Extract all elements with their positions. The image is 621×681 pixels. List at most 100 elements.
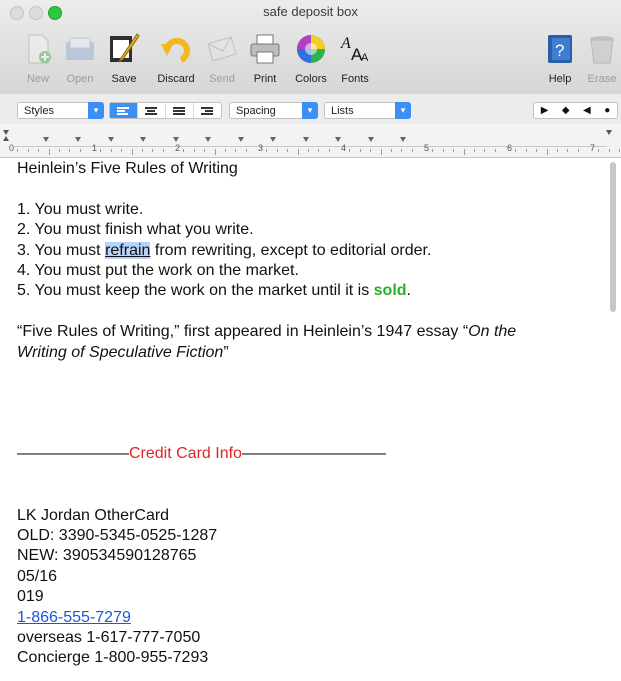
color-wheel-icon — [297, 35, 325, 63]
ruler-tick — [276, 149, 278, 152]
rule-line-1: 1. You must write. — [17, 200, 144, 218]
undo-arrow-icon — [161, 37, 190, 63]
rule-line-3: 3. You must refrain from rewriting, exce… — [17, 241, 432, 259]
phone-link[interactable]: 1-866-555-7279 — [17, 609, 131, 626]
ruler-tick — [17, 149, 19, 152]
align-right-button[interactable] — [194, 103, 221, 118]
sold-word: sold — [373, 282, 407, 300]
decimal-tab-icon[interactable]: ● — [604, 105, 610, 116]
new-button[interactable]: New — [20, 28, 56, 90]
editor-window: safe deposit box New Open Save Discard S… — [0, 0, 621, 681]
right-indent-marker[interactable] — [606, 130, 612, 135]
credit-card-divider: ———————Credit Card Info————————— — [17, 445, 386, 463]
rule-line-2: 2. You must finish what you write. — [17, 221, 254, 239]
left-tab-icon[interactable]: ▶ — [541, 105, 549, 116]
tab-stop-marker[interactable] — [400, 137, 406, 142]
ruler-tick — [567, 149, 569, 152]
ruler-tick — [193, 149, 195, 152]
ruler-tick — [245, 149, 247, 152]
align-justify-icon — [173, 107, 185, 115]
ruler-tick — [100, 149, 102, 152]
tab-stop-marker[interactable] — [107, 137, 114, 142]
spacing-popup[interactable]: Spacing ▾ — [229, 102, 318, 119]
send-button[interactable]: Send — [204, 28, 240, 90]
card-name: LK Jordan OtherCard — [17, 506, 170, 524]
ruler-tick — [380, 149, 382, 155]
ruler-tick — [432, 149, 434, 152]
print-button[interactable]: Print — [247, 28, 283, 90]
colors-button[interactable]: Colors — [293, 28, 329, 90]
scroll-thumb[interactable] — [610, 162, 616, 312]
center-tab-icon[interactable]: ◆ — [562, 105, 570, 116]
ruler-tick — [27, 149, 29, 152]
tab-stop-marker[interactable] — [172, 137, 179, 142]
first-indent-marker[interactable] — [3, 130, 9, 135]
document-heading: Heinlein’s Five Rules of Writing — [17, 160, 238, 177]
ruler-tick — [359, 149, 361, 152]
align-center-icon — [145, 107, 157, 115]
new-document-icon — [28, 34, 51, 64]
left-indent-marker[interactable] — [3, 136, 9, 141]
tab-stop-marker[interactable] — [205, 137, 211, 142]
ruler-tick — [494, 149, 496, 152]
tab-stop-marker[interactable] — [42, 137, 49, 142]
card-new-number: NEW: 390534590128765 — [17, 547, 197, 565]
tab-stop-marker[interactable] — [237, 137, 244, 142]
card-code: 019 — [17, 588, 44, 606]
tab-stop-marker[interactable] — [302, 137, 309, 142]
ruler-tick — [577, 149, 579, 152]
align-justify-button[interactable] — [166, 103, 194, 118]
tab-stop-marker[interactable] — [75, 137, 81, 142]
discard-button[interactable]: Discard — [157, 28, 195, 90]
rule-line-4: 4. You must put the work on the market. — [17, 261, 299, 279]
ruler[interactable]: 0 1 2 3 4 5 6 7 — [0, 124, 621, 158]
ruler-tick — [318, 149, 320, 152]
chevron-down-icon: ▾ — [395, 102, 411, 119]
tab-stop-marker[interactable] — [367, 137, 374, 142]
fonts-icon: A A A — [340, 35, 369, 64]
selected-word: refrain — [105, 241, 151, 259]
tab-stop-marker[interactable] — [335, 137, 341, 142]
ruler-tick — [349, 149, 351, 152]
align-center-button[interactable] — [138, 103, 166, 118]
ruler-tick — [307, 149, 309, 152]
concierge-phone: Concierge 1-800-955-7293 — [17, 649, 209, 667]
ruler-tick — [79, 149, 81, 152]
document-area[interactable]: Heinlein’s Five Rules of Writing 1. You … — [0, 158, 605, 681]
tab-stop-marker[interactable] — [270, 137, 276, 142]
ruler-number: 5 — [424, 143, 430, 153]
styles-popup[interactable]: Styles ▾ — [17, 102, 104, 119]
erase-button[interactable]: Erase — [588, 28, 616, 90]
svg-text:?: ? — [555, 41, 564, 60]
toolbar: New Open Save Discard Send Print Colors … — [0, 28, 621, 92]
quote-line-2: Writing of Speculative Fiction” — [17, 343, 229, 361]
rule-line-5: 5. You must keep the work on the market … — [17, 282, 411, 300]
open-button[interactable]: Open — [62, 28, 98, 90]
card-expiry: 05/16 — [17, 567, 58, 585]
right-tab-icon[interactable]: ◀ — [583, 105, 591, 116]
tab-stop-marker[interactable] — [140, 137, 146, 142]
save-button[interactable]: Save — [106, 28, 142, 90]
document-text[interactable]: Heinlein’s Five Rules of Writing 1. You … — [17, 159, 605, 669]
ruler-tick — [411, 149, 413, 152]
svg-text:A: A — [361, 52, 369, 64]
ruler-tick — [121, 149, 123, 152]
ruler-tick — [401, 149, 403, 152]
ruler-tick — [598, 149, 600, 152]
alignment-control — [109, 102, 222, 119]
ruler-tick — [48, 149, 50, 155]
ruler-tick — [224, 149, 226, 152]
svg-text:A: A — [340, 35, 351, 52]
fonts-button[interactable]: A A A Fonts — [337, 28, 373, 90]
ruler-tick — [390, 149, 392, 152]
align-left-button[interactable] — [110, 103, 138, 118]
ruler-tick — [484, 149, 486, 152]
ruler-tick — [204, 149, 206, 152]
ruler-tick — [525, 149, 527, 152]
ruler-tick — [287, 149, 289, 152]
lists-popup[interactable]: Lists ▾ — [324, 102, 411, 119]
help-button[interactable]: ? Help — [546, 28, 574, 90]
ruler-tick — [110, 149, 112, 152]
vertical-scrollbar[interactable] — [608, 158, 617, 681]
ruler-tick — [297, 149, 299, 155]
